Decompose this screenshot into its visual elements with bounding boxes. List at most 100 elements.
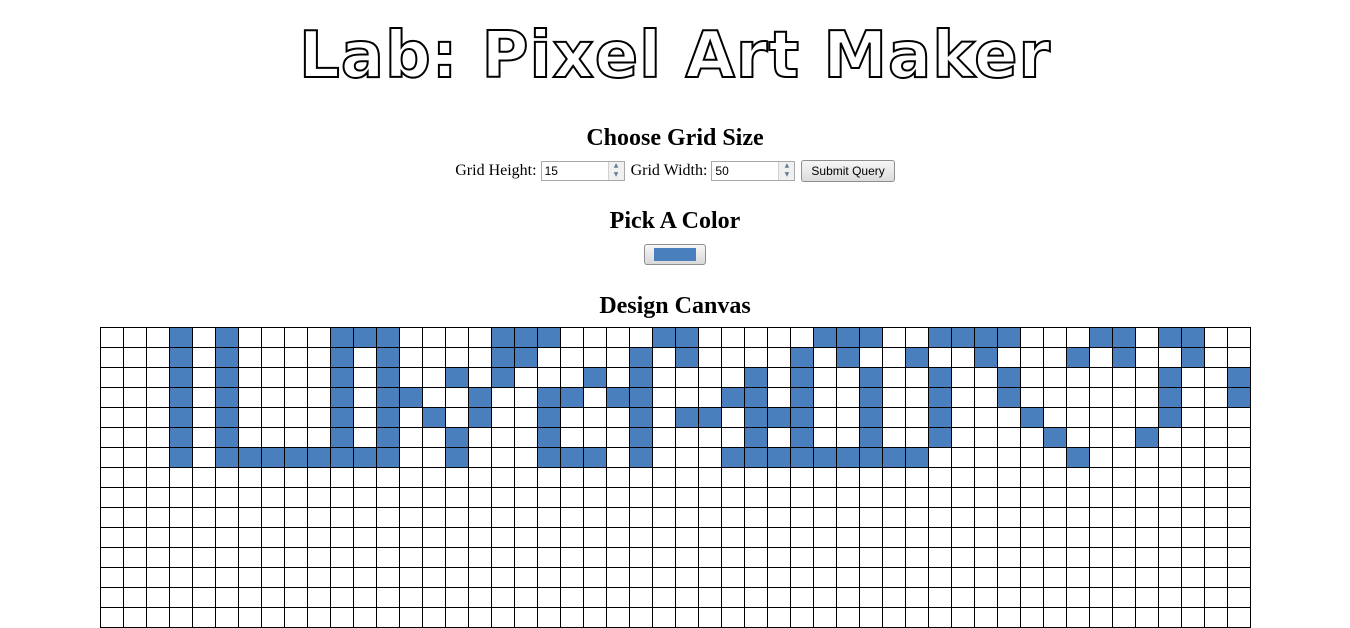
grid-cell[interactable] xyxy=(399,447,423,468)
grid-cell[interactable] xyxy=(284,547,308,568)
grid-cell[interactable] xyxy=(1089,327,1113,348)
grid-cell[interactable] xyxy=(1066,327,1090,348)
grid-cell[interactable] xyxy=(1020,347,1044,368)
grid-cell[interactable] xyxy=(744,587,768,608)
grid-cell[interactable] xyxy=(491,367,515,388)
grid-cell[interactable] xyxy=(928,467,952,488)
grid-cell[interactable] xyxy=(560,487,584,508)
grid-cell[interactable] xyxy=(1112,407,1136,428)
grid-cell[interactable] xyxy=(997,547,1021,568)
grid-cell[interactable] xyxy=(1135,547,1159,568)
grid-cell[interactable] xyxy=(974,607,998,628)
grid-cell[interactable] xyxy=(468,447,492,468)
grid-cell[interactable] xyxy=(1043,507,1067,528)
grid-cell[interactable] xyxy=(1227,467,1251,488)
grid-cell[interactable] xyxy=(146,487,170,508)
grid-cell[interactable] xyxy=(882,367,906,388)
grid-cell[interactable] xyxy=(238,507,262,528)
grid-cell[interactable] xyxy=(951,507,975,528)
grid-cell[interactable] xyxy=(790,487,814,508)
grid-cell[interactable] xyxy=(583,407,607,428)
grid-cell[interactable] xyxy=(629,327,653,348)
grid-cell[interactable] xyxy=(675,487,699,508)
grid-cell[interactable] xyxy=(468,427,492,448)
grid-cell[interactable] xyxy=(698,347,722,368)
grid-cell[interactable] xyxy=(422,387,446,408)
grid-cell[interactable] xyxy=(997,527,1021,548)
grid-cell[interactable] xyxy=(215,527,239,548)
grid-cell[interactable] xyxy=(721,507,745,528)
grid-cell[interactable] xyxy=(215,567,239,588)
grid-cell[interactable] xyxy=(790,427,814,448)
grid-cell[interactable] xyxy=(399,407,423,428)
grid-cell[interactable] xyxy=(790,407,814,428)
grid-cell[interactable] xyxy=(1158,427,1182,448)
grid-cell[interactable] xyxy=(882,507,906,528)
grid-cell[interactable] xyxy=(146,527,170,548)
grid-cell[interactable] xyxy=(491,347,515,368)
grid-cell[interactable] xyxy=(790,367,814,388)
grid-cell[interactable] xyxy=(1089,447,1113,468)
grid-cell[interactable] xyxy=(169,347,193,368)
grid-cell[interactable] xyxy=(238,327,262,348)
grid-cell[interactable] xyxy=(905,487,929,508)
grid-cell[interactable] xyxy=(675,427,699,448)
grid-cell[interactable] xyxy=(698,587,722,608)
grid-cell[interactable] xyxy=(882,427,906,448)
grid-cell[interactable] xyxy=(721,447,745,468)
grid-cell[interactable] xyxy=(813,447,837,468)
grid-cell[interactable] xyxy=(491,527,515,548)
grid-cell[interactable] xyxy=(468,407,492,428)
grid-cell[interactable] xyxy=(1043,327,1067,348)
grid-cell[interactable] xyxy=(905,587,929,608)
grid-cell[interactable] xyxy=(1020,407,1044,428)
grid-cell[interactable] xyxy=(606,387,630,408)
design-canvas[interactable] xyxy=(100,327,1251,628)
grid-cell[interactable] xyxy=(100,447,124,468)
grid-cell[interactable] xyxy=(721,607,745,628)
spin-up-icon[interactable]: ▲ xyxy=(779,162,795,171)
grid-cell[interactable] xyxy=(652,547,676,568)
grid-cell[interactable] xyxy=(606,467,630,488)
grid-cell[interactable] xyxy=(606,607,630,628)
grid-cell[interactable] xyxy=(514,387,538,408)
grid-cell[interactable] xyxy=(560,567,584,588)
grid-cell[interactable] xyxy=(767,447,791,468)
grid-cell[interactable] xyxy=(606,567,630,588)
grid-cell[interactable] xyxy=(859,327,883,348)
grid-cell[interactable] xyxy=(445,487,469,508)
grid-cell[interactable] xyxy=(560,347,584,368)
grid-cell[interactable] xyxy=(1112,547,1136,568)
grid-cell[interactable] xyxy=(1043,427,1067,448)
grid-cell[interactable] xyxy=(836,427,860,448)
spin-down-icon[interactable]: ▼ xyxy=(608,171,624,180)
grid-cell[interactable] xyxy=(192,567,216,588)
grid-cell[interactable] xyxy=(721,547,745,568)
grid-cell[interactable] xyxy=(514,427,538,448)
grid-cell[interactable] xyxy=(790,567,814,588)
grid-cell[interactable] xyxy=(928,607,952,628)
grid-cell[interactable] xyxy=(238,407,262,428)
grid-cell[interactable] xyxy=(514,467,538,488)
grid-cell[interactable] xyxy=(192,527,216,548)
grid-cell[interactable] xyxy=(652,607,676,628)
grid-cell[interactable] xyxy=(790,607,814,628)
grid-cell[interactable] xyxy=(100,407,124,428)
grid-cell[interactable] xyxy=(537,607,561,628)
grid-cell[interactable] xyxy=(1135,327,1159,348)
grid-cell[interactable] xyxy=(767,327,791,348)
grid-cell[interactable] xyxy=(882,527,906,548)
grid-cell[interactable] xyxy=(1043,367,1067,388)
grid-cell[interactable] xyxy=(100,507,124,528)
grid-cell[interactable] xyxy=(468,567,492,588)
grid-cell[interactable] xyxy=(629,447,653,468)
grid-cell[interactable] xyxy=(146,427,170,448)
grid-cell[interactable] xyxy=(215,367,239,388)
grid-cell[interactable] xyxy=(215,547,239,568)
grid-cell[interactable] xyxy=(974,347,998,368)
grid-cell[interactable] xyxy=(261,447,285,468)
grid-cell[interactable] xyxy=(606,367,630,388)
grid-cell[interactable] xyxy=(353,547,377,568)
grid-cell[interactable] xyxy=(1043,447,1067,468)
grid-cell[interactable] xyxy=(1135,507,1159,528)
